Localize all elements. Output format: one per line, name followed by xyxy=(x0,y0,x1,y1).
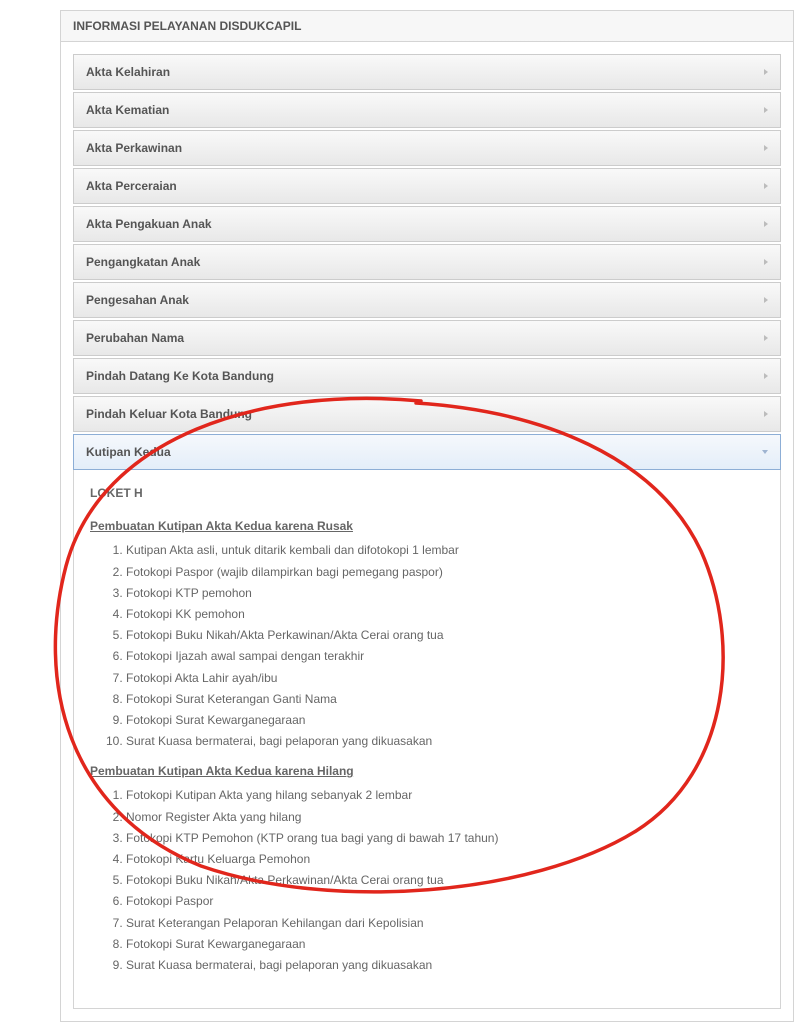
list-item: Nomor Register Akta yang hilang xyxy=(126,807,764,828)
accordion-label: Kutipan Kedua xyxy=(86,445,171,459)
accordion-label: Akta Kelahiran xyxy=(86,65,170,79)
accordion-label: Akta Perkawinan xyxy=(86,141,182,155)
list-item: Fotokopi Paspor xyxy=(126,891,764,912)
accordion-item-pindah-keluar[interactable]: Pindah Keluar Kota Bandung xyxy=(73,396,781,432)
chevron-right-icon xyxy=(764,335,768,341)
accordion-item-kutipan-kedua[interactable]: Kutipan Kedua xyxy=(73,434,781,470)
list-item: Fotokopi Buku Nikah/Akta Perkawinan/Akta… xyxy=(126,625,764,646)
accordion-label: Pengangkatan Anak xyxy=(86,255,200,269)
accordion-label: Akta Perceraian xyxy=(86,179,177,193)
accordion-content-kutipan-kedua: LOKET H Pembuatan Kutipan Akta Kedua kar… xyxy=(73,470,781,1009)
chevron-right-icon xyxy=(764,183,768,189)
panel-body: Akta Kelahiran Akta Kematian Akta Perkaw… xyxy=(61,42,793,1021)
accordion-item-pindah-datang[interactable]: Pindah Datang Ke Kota Bandung xyxy=(73,358,781,394)
list-item: Fotokopi Surat Kewarganegaraan xyxy=(126,934,764,955)
chevron-down-icon xyxy=(762,450,768,454)
chevron-right-icon xyxy=(764,145,768,151)
accordion-item-perubahan-nama[interactable]: Perubahan Nama xyxy=(73,320,781,356)
accordion-label: Pengesahan Anak xyxy=(86,293,189,307)
chevron-right-icon xyxy=(764,107,768,113)
list-item: Fotokopi Akta Lahir ayah/ibu xyxy=(126,668,764,689)
list-item: Kutipan Akta asli, untuk ditarik kembali… xyxy=(126,540,764,561)
list-item: Fotokopi KK pemohon xyxy=(126,604,764,625)
chevron-right-icon xyxy=(764,373,768,379)
chevron-right-icon xyxy=(764,297,768,303)
accordion-item-akta-perceraian[interactable]: Akta Perceraian xyxy=(73,168,781,204)
chevron-right-icon xyxy=(764,259,768,265)
chevron-right-icon xyxy=(764,411,768,417)
list-item: Fotokopi KTP Pemohon (KTP orang tua bagi… xyxy=(126,828,764,849)
list-item: Fotokopi Surat Keterangan Ganti Nama xyxy=(126,689,764,710)
accordion-item-pengesahan-anak[interactable]: Pengesahan Anak xyxy=(73,282,781,318)
accordion-label: Pindah Keluar Kota Bandung xyxy=(86,407,252,421)
list-hilang: Fotokopi Kutipan Akta yang hilang sebany… xyxy=(126,785,764,976)
accordion-label: Perubahan Nama xyxy=(86,331,184,345)
chevron-right-icon xyxy=(764,69,768,75)
list-item: Fotokopi Paspor (wajib dilampirkan bagi … xyxy=(126,562,764,583)
list-item: Surat Kuasa bermaterai, bagi pelaporan y… xyxy=(126,731,764,752)
accordion-label: Pindah Datang Ke Kota Bandung xyxy=(86,369,274,383)
list-rusak: Kutipan Akta asli, untuk ditarik kembali… xyxy=(126,540,764,752)
accordion-item-akta-kelahiran[interactable]: Akta Kelahiran xyxy=(73,54,781,90)
section-title-rusak: Pembuatan Kutipan Akta Kedua karena Rusa… xyxy=(90,517,764,536)
list-item: Fotokopi Ijazah awal sampai dengan terak… xyxy=(126,646,764,667)
accordion-label: Akta Kematian xyxy=(86,103,169,117)
panel-title: INFORMASI PELAYANAN DISDUKCAPIL xyxy=(61,11,793,42)
list-item: Fotokopi Kutipan Akta yang hilang sebany… xyxy=(126,785,764,806)
list-item: Fotokopi Buku Nikah/Akta Perkawinan/Akta… xyxy=(126,870,764,891)
list-item: Fotokopi Surat Kewarganegaraan xyxy=(126,710,764,731)
list-item: Fotokopi Kartu Keluarga Pemohon xyxy=(126,849,764,870)
accordion-item-akta-pengakuan-anak[interactable]: Akta Pengakuan Anak xyxy=(73,206,781,242)
list-item: Surat Kuasa bermaterai, bagi pelaporan y… xyxy=(126,955,764,976)
accordion-item-akta-kematian[interactable]: Akta Kematian xyxy=(73,92,781,128)
accordion-item-pengangkatan-anak[interactable]: Pengangkatan Anak xyxy=(73,244,781,280)
list-item: Fotokopi KTP pemohon xyxy=(126,583,764,604)
accordion-label: Akta Pengakuan Anak xyxy=(86,217,212,231)
section-title-hilang: Pembuatan Kutipan Akta Kedua karena Hila… xyxy=(90,762,764,781)
info-panel: INFORMASI PELAYANAN DISDUKCAPIL Akta Kel… xyxy=(60,10,794,1022)
chevron-right-icon xyxy=(764,221,768,227)
accordion-item-akta-perkawinan[interactable]: Akta Perkawinan xyxy=(73,130,781,166)
list-item: Surat Keterangan Pelaporan Kehilangan da… xyxy=(126,913,764,934)
loket-heading: LOKET H xyxy=(90,484,764,503)
